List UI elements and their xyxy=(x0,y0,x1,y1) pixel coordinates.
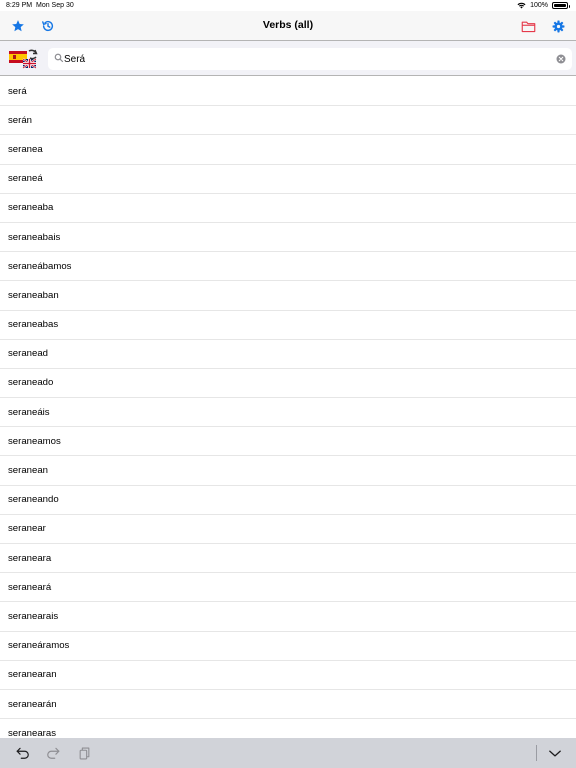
list-item[interactable]: seraneamos xyxy=(0,427,576,457)
list-item[interactable]: seraneara xyxy=(0,544,576,574)
paste-icon xyxy=(79,747,89,759)
list-item[interactable]: seranearan xyxy=(0,661,576,690)
folder-button[interactable] xyxy=(518,16,538,36)
list-item[interactable]: seraneado xyxy=(0,369,576,399)
word-list: será serán seranea seraneá seraneaba seraneab… xyxy=(0,77,576,738)
list-item[interactable]: seraneáramos xyxy=(0,632,576,661)
battery-percent: 100% xyxy=(530,2,548,9)
undo-icon xyxy=(16,747,29,759)
settings-button[interactable] xyxy=(548,16,568,36)
page-title: Verbs (all) xyxy=(262,19,314,31)
list-item[interactable]: seraneaban xyxy=(0,281,576,311)
toolbar-divider xyxy=(536,745,537,761)
list-item[interactable]: seraneando xyxy=(0,486,576,515)
navigation-bar: Verbs (all) xyxy=(0,11,576,40)
language-switch-button[interactable] xyxy=(8,46,38,71)
list-item[interactable]: seraneá xyxy=(0,165,576,194)
status-bar: 8:29 PM Mon Sep 30 100% xyxy=(0,0,576,11)
list-item[interactable]: seranearán xyxy=(0,690,576,720)
dismiss-keyboard-icon xyxy=(549,750,561,756)
search-icon xyxy=(54,53,64,63)
spanish-english-flags-icon xyxy=(9,49,38,69)
list-item[interactable]: seranea xyxy=(0,135,576,165)
gear-icon xyxy=(552,20,564,32)
status-indicators: 100% xyxy=(517,2,570,9)
paste-button[interactable] xyxy=(75,744,93,762)
list-item[interactable]: serán xyxy=(0,106,576,136)
status-time: 8:29 PM xyxy=(6,2,33,9)
status-date: Mon Sep 30 xyxy=(36,2,74,9)
keyboard-toolbar xyxy=(0,738,576,768)
battery-fill xyxy=(554,4,566,7)
list-item[interactable]: seranead xyxy=(0,340,576,369)
search-field xyxy=(48,48,572,70)
list-item[interactable]: seraneábamos xyxy=(0,252,576,282)
search-bar xyxy=(0,40,576,76)
dismiss-keyboard-button[interactable] xyxy=(546,744,564,762)
clear-search-icon[interactable] xyxy=(556,54,566,64)
list-item[interactable]: seranear xyxy=(0,515,576,544)
redo-icon xyxy=(47,747,60,759)
undo-button[interactable] xyxy=(14,744,32,762)
list-item[interactable]: seraneabais xyxy=(0,223,576,253)
list-item[interactable]: seraneabas xyxy=(0,311,576,340)
list-item[interactable]: seraneará xyxy=(0,573,576,603)
list-item[interactable]: seraneaba xyxy=(0,194,576,223)
wifi-icon xyxy=(517,2,526,9)
folder-icon xyxy=(521,21,535,32)
list-item[interactable]: seranearais xyxy=(0,602,576,632)
list-item[interactable]: seranearas xyxy=(0,719,576,738)
list-item[interactable]: será xyxy=(0,77,576,107)
list-item[interactable]: seranean xyxy=(0,456,576,486)
battery-icon xyxy=(552,2,570,9)
list-item[interactable]: seraneáis xyxy=(0,398,576,428)
search-input[interactable] xyxy=(64,50,544,68)
redo-button[interactable] xyxy=(44,744,62,762)
